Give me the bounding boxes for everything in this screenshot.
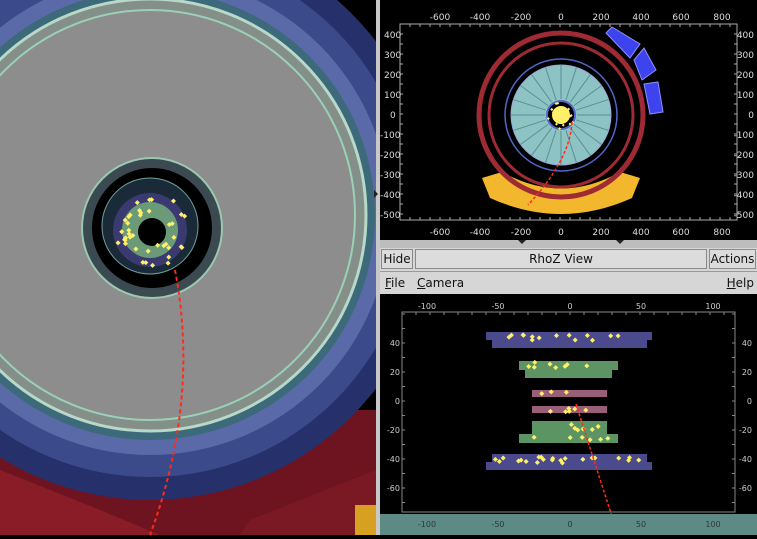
y-tick: 0 xyxy=(390,111,396,121)
y-tick: 100 xyxy=(737,91,754,101)
x-tick: 600 xyxy=(672,13,689,23)
muon-chamber xyxy=(605,26,641,59)
x-tick: 600 xyxy=(672,228,689,238)
horizontal-splitter[interactable] xyxy=(380,240,757,248)
rhophi-view[interactable]: -600 -400 -200 0 200 400 600 800 -600 -4… xyxy=(380,0,757,246)
muon-chamber xyxy=(633,47,657,81)
3d-scene xyxy=(0,0,376,535)
y-tick: -500 xyxy=(734,211,755,221)
y-tick: -100 xyxy=(734,131,755,141)
3d-view[interactable] xyxy=(0,0,376,535)
y-tick: -400 xyxy=(380,191,401,201)
x-tick: 200 xyxy=(592,13,609,23)
x-tick: -200 xyxy=(511,228,532,238)
y-tick: 40 xyxy=(742,339,752,348)
layer-green-bottom xyxy=(532,421,607,434)
rhoz-hits xyxy=(492,332,642,466)
layer-green-top-inner xyxy=(525,370,612,378)
y-tick: -60 xyxy=(739,484,752,493)
y-tick: -40 xyxy=(739,455,752,464)
rhoz-x-ticks-top: -100 -50 0 50 100 xyxy=(418,302,721,311)
x-tick: -600 xyxy=(430,13,451,23)
y-tick: 400 xyxy=(737,31,754,41)
menu-help[interactable]: Help xyxy=(727,276,754,290)
y-tick: -400 xyxy=(734,191,755,201)
x-tick: 50 xyxy=(636,520,646,529)
x-tick: 100 xyxy=(705,520,720,529)
x-tick: 200 xyxy=(592,228,609,238)
y-tick: -300 xyxy=(734,171,755,181)
y-tick: -20 xyxy=(387,426,400,435)
x-tick: -50 xyxy=(491,520,504,529)
x-tick: -200 xyxy=(511,13,532,23)
splitter-grip-icon[interactable] xyxy=(518,240,526,244)
rhophi-canvas: -600 -400 -200 0 200 400 600 800 -600 -4… xyxy=(380,13,755,238)
menu-help-label: elp xyxy=(735,276,754,290)
y-tick: 20 xyxy=(742,368,752,377)
y-tick: -500 xyxy=(380,211,401,221)
x-tick: -50 xyxy=(491,302,504,311)
menu-file[interactable]: File xyxy=(385,276,405,290)
layer-outer-bottom xyxy=(486,454,652,470)
x-tick: 400 xyxy=(632,228,649,238)
rhoz-canvas: -100 -50 0 50 100 40 20 0 -20 -40 -60 40… xyxy=(380,302,757,536)
rhophi-x-ticks-bottom: -600 -400 -200 0 200 400 600 800 xyxy=(430,228,731,238)
menu-camera-label: amera xyxy=(425,276,465,290)
x-tick: 800 xyxy=(713,13,730,23)
hide-button[interactable]: Hide xyxy=(381,249,413,269)
y-tick: 0 xyxy=(748,111,754,121)
endcap-edge xyxy=(355,505,376,535)
splitter-grip-icon[interactable] xyxy=(374,190,378,198)
y-tick: -100 xyxy=(380,131,401,141)
x-tick: 0 xyxy=(558,228,564,238)
menu-file-label: ile xyxy=(391,276,406,290)
y-tick: 100 xyxy=(384,91,401,101)
rhoz-title-bar: Hide RhoZ View Actions xyxy=(380,248,757,272)
x-tick: 0 xyxy=(567,520,572,529)
rhophi-x-ticks-top: -600 -400 -200 0 200 400 600 800 xyxy=(430,13,731,23)
rhoz-menu-bar: File Camera Help xyxy=(380,272,757,294)
x-tick: -100 xyxy=(418,520,436,529)
vertex-hits xyxy=(552,106,570,124)
y-tick: 400 xyxy=(384,31,401,41)
x-tick: 100 xyxy=(705,302,720,311)
actions-button[interactable]: Actions xyxy=(709,249,756,269)
x-tick: -100 xyxy=(418,302,436,311)
y-tick: -40 xyxy=(387,455,400,464)
x-tick: 50 xyxy=(636,302,646,311)
menu-camera[interactable]: Camera xyxy=(417,276,464,290)
y-tick: -200 xyxy=(734,151,755,161)
rhoz-view-title: RhoZ View xyxy=(415,249,707,269)
y-tick: 20 xyxy=(390,368,400,377)
x-tick: 0 xyxy=(558,13,564,23)
x-tick: -400 xyxy=(470,13,491,23)
y-tick: 40 xyxy=(390,339,400,348)
rhophi-y-ticks-left: 400 300 200 100 0 -100 -200 -300 -400 -5… xyxy=(380,31,401,221)
y-tick: 300 xyxy=(384,51,401,61)
y-tick: 0 xyxy=(395,397,400,406)
y-tick: 300 xyxy=(737,51,754,61)
x-tick: 800 xyxy=(713,228,730,238)
x-tick: 0 xyxy=(567,302,572,311)
y-tick: -60 xyxy=(387,484,400,493)
rhoz-view[interactable]: -100 -50 0 50 100 40 20 0 -20 -40 -60 40… xyxy=(380,294,757,536)
x-tick: -600 xyxy=(430,228,451,238)
beampipe xyxy=(138,218,166,246)
y-tick: 200 xyxy=(737,71,754,81)
y-tick: 200 xyxy=(384,71,401,81)
rhoz-y-ticks-right: 40 20 0 -20 -40 -60 xyxy=(739,339,752,493)
muon-chamber xyxy=(643,81,664,115)
y-tick: -200 xyxy=(380,151,401,161)
menu-help-mnemonic: H xyxy=(726,276,736,290)
splitter-grip-icon[interactable] xyxy=(616,240,624,244)
y-tick: -300 xyxy=(380,171,401,181)
y-tick: -20 xyxy=(739,426,752,435)
y-tick: 0 xyxy=(747,397,752,406)
x-tick: -400 xyxy=(470,228,491,238)
x-tick: 400 xyxy=(632,13,649,23)
rhoz-y-ticks-left: 40 20 0 -20 -40 -60 xyxy=(387,339,400,493)
